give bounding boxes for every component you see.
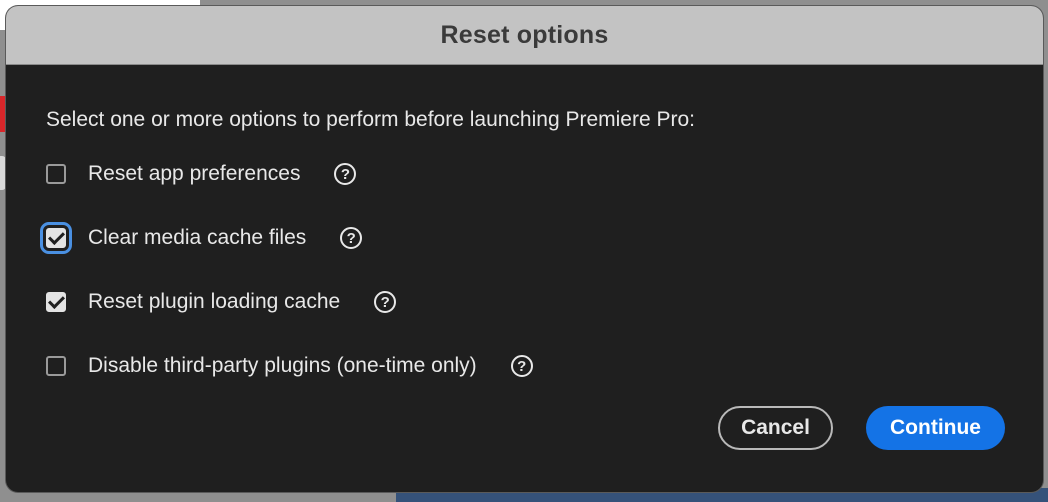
dialog-title: Reset options <box>440 20 609 49</box>
question-circle-icon[interactable]: ? <box>334 163 357 185</box>
option-label: Disable third-party plugins (one-time on… <box>88 354 477 377</box>
cancel-button[interactable]: Cancel <box>718 406 833 450</box>
option-reset-plugin-loading-cache[interactable]: Reset plugin loading cache ? <box>46 287 397 317</box>
reset-app-preferences-checkbox[interactable] <box>46 164 66 184</box>
dialog-prompt: Select one or more options to perform be… <box>46 108 696 131</box>
checkmark-icon <box>47 292 65 309</box>
reset-plugin-loading-cache-checkbox[interactable] <box>46 292 66 312</box>
option-label: Reset plugin loading cache <box>88 290 341 313</box>
question-circle-icon[interactable]: ? <box>510 355 533 377</box>
disable-third-party-plugins-checkbox[interactable] <box>46 356 66 376</box>
option-reset-app-preferences[interactable]: Reset app preferences ? <box>46 159 357 189</box>
question-circle-icon[interactable]: ? <box>340 227 363 249</box>
continue-button[interactable]: Continue <box>866 406 1005 450</box>
reset-options-dialog: Reset options Select one or more options… <box>6 6 1043 492</box>
option-label: Reset app preferences <box>88 162 301 185</box>
option-disable-third-party-plugins[interactable]: Disable third-party plugins (one-time on… <box>46 351 533 381</box>
option-clear-media-cache[interactable]: Clear media cache files ? <box>40 222 363 254</box>
dialog-titlebar: Reset options <box>6 6 1043 65</box>
clear-media-cache-checkbox[interactable] <box>40 222 72 254</box>
question-circle-icon[interactable]: ? <box>374 291 397 313</box>
checkmark-icon <box>47 228 65 245</box>
option-label: Clear media cache files <box>88 226 307 249</box>
